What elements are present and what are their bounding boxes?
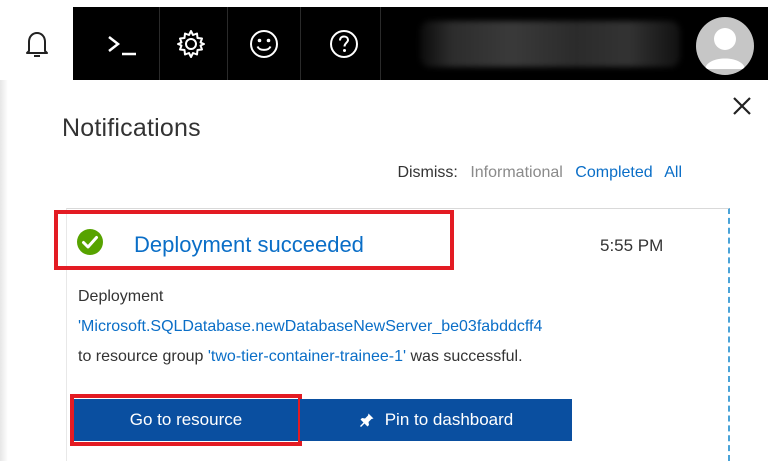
help-icon (330, 29, 358, 58)
resource-group-link[interactable]: 'two-tier-container-trainee-1' (208, 348, 406, 365)
message-line-3: to resource group 'two-tier-container-tr… (78, 348, 523, 366)
cloud-shell-button[interactable] (87, 7, 160, 80)
pin-to-dashboard-label: Pin to dashboard (384, 410, 514, 429)
notification-time: 5:55 PM (600, 236, 664, 255)
dismiss-all[interactable]: All (664, 164, 682, 181)
deployment-link[interactable]: 'Microsoft.SQLDatabase.newDatabaseNewSer… (78, 318, 542, 335)
dismiss-label: Dismiss: (397, 164, 458, 181)
top-strip (0, 0, 768, 7)
message-line-1: Deployment (78, 288, 164, 305)
notifications-button[interactable] (0, 7, 73, 80)
help-button[interactable] (308, 7, 381, 80)
settings-button[interactable] (155, 7, 228, 80)
highlight-box-button (70, 394, 302, 446)
message-prefix: to resource group (78, 348, 208, 365)
smiley-feedback-icon (250, 29, 278, 58)
message-suffix: was successful. (406, 348, 523, 365)
bell-icon (25, 31, 48, 57)
panel-title: Notifications (62, 114, 201, 142)
pin-to-dashboard-button[interactable]: Pin to dashboard (300, 399, 572, 441)
feedback-button[interactable] (228, 7, 301, 80)
highlight-box-title (54, 210, 454, 270)
account-name-blurred[interactable] (420, 21, 680, 67)
top-toolbar (0, 7, 768, 80)
pin-icon (359, 412, 375, 428)
gear-icon (177, 29, 205, 58)
dismiss-row: Dismiss: Informational Completed All (397, 164, 682, 182)
close-icon (733, 97, 751, 115)
dismiss-completed[interactable]: Completed (575, 164, 652, 181)
avatar[interactable] (696, 17, 754, 75)
message-line-2: 'Microsoft.SQLDatabase.newDatabaseNewSer… (78, 318, 695, 336)
close-button[interactable] (728, 92, 756, 120)
avatar-icon (705, 28, 745, 69)
panel-shadow-edge (0, 80, 8, 461)
dismiss-informational[interactable]: Informational (470, 164, 563, 181)
cloud-shell-icon (108, 35, 136, 55)
